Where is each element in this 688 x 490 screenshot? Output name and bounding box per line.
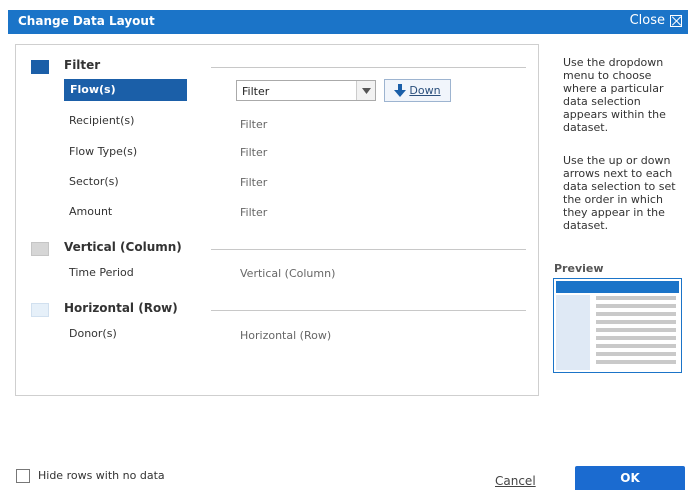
help-text-dropdown: Use the dropdown menu to choose where a … <box>563 56 666 134</box>
preview-line <box>596 296 676 300</box>
filter-item-value: Filter <box>240 118 268 131</box>
preview-title: Preview <box>554 262 604 275</box>
horizontal-section-divider <box>211 310 526 311</box>
arrow-down-icon <box>394 84 407 97</box>
filter-item-selected[interactable]: Flow(s) <box>64 79 187 101</box>
filter-item-label[interactable]: Amount <box>69 205 112 218</box>
filter-section-divider <box>211 67 526 68</box>
layout-dropdown-value: Filter <box>242 85 270 98</box>
preview-line <box>596 328 676 332</box>
layout-panel: Filter Flow(s) Filter Down Recipient(s) … <box>15 44 539 396</box>
horizontal-section-swatch <box>31 303 49 317</box>
chevron-down-icon[interactable] <box>356 81 375 100</box>
horizontal-item-value: Horizontal (Row) <box>240 329 332 342</box>
vertical-section-title: Vertical (Column) <box>64 240 182 254</box>
preview-line <box>596 352 676 356</box>
vertical-item-value: Vertical (Column) <box>240 267 336 280</box>
preview-line <box>596 312 676 316</box>
preview-line <box>596 320 676 324</box>
filter-item-label[interactable]: Flow Type(s) <box>69 145 137 158</box>
preview-thumbnail <box>553 278 682 373</box>
ok-button[interactable]: OK <box>575 466 685 490</box>
filter-item-value: Filter <box>240 206 268 219</box>
close-icon <box>670 14 682 27</box>
horizontal-item-label[interactable]: Donor(s) <box>69 327 117 340</box>
filter-item-value: Filter <box>240 176 268 189</box>
vertical-section-swatch <box>31 242 49 256</box>
preview-row-header <box>556 295 590 370</box>
cancel-button[interactable]: Cancel <box>495 474 536 488</box>
vertical-section-divider <box>211 249 526 250</box>
preview-line <box>596 344 676 348</box>
horizontal-section-title: Horizontal (Row) <box>64 301 178 315</box>
preview-line <box>596 304 676 308</box>
dialog-titlebar: Change Data Layout Close <box>8 10 688 34</box>
filter-section-title: Filter <box>64 58 101 72</box>
help-text-order: Use the up or down arrows next to each d… <box>563 154 676 232</box>
filter-item-value: Filter <box>240 146 268 159</box>
preview-line <box>596 336 676 340</box>
filter-item-label[interactable]: Recipient(s) <box>69 114 134 127</box>
move-down-label: Down <box>409 84 441 97</box>
filter-section-swatch <box>31 60 49 74</box>
close-button[interactable]: Close <box>630 13 682 28</box>
hide-empty-rows-checkbox[interactable] <box>16 469 30 483</box>
vertical-item-label[interactable]: Time Period <box>69 266 134 279</box>
move-down-button[interactable]: Down <box>384 79 451 102</box>
layout-dropdown[interactable]: Filter <box>236 80 376 101</box>
preview-header-bar <box>556 281 679 293</box>
hide-empty-rows-label[interactable]: Hide rows with no data <box>38 469 165 482</box>
dialog-title: Change Data Layout <box>18 14 155 28</box>
close-label: Close <box>629 13 665 28</box>
preview-line <box>596 360 676 364</box>
filter-item-label[interactable]: Sector(s) <box>69 175 119 188</box>
